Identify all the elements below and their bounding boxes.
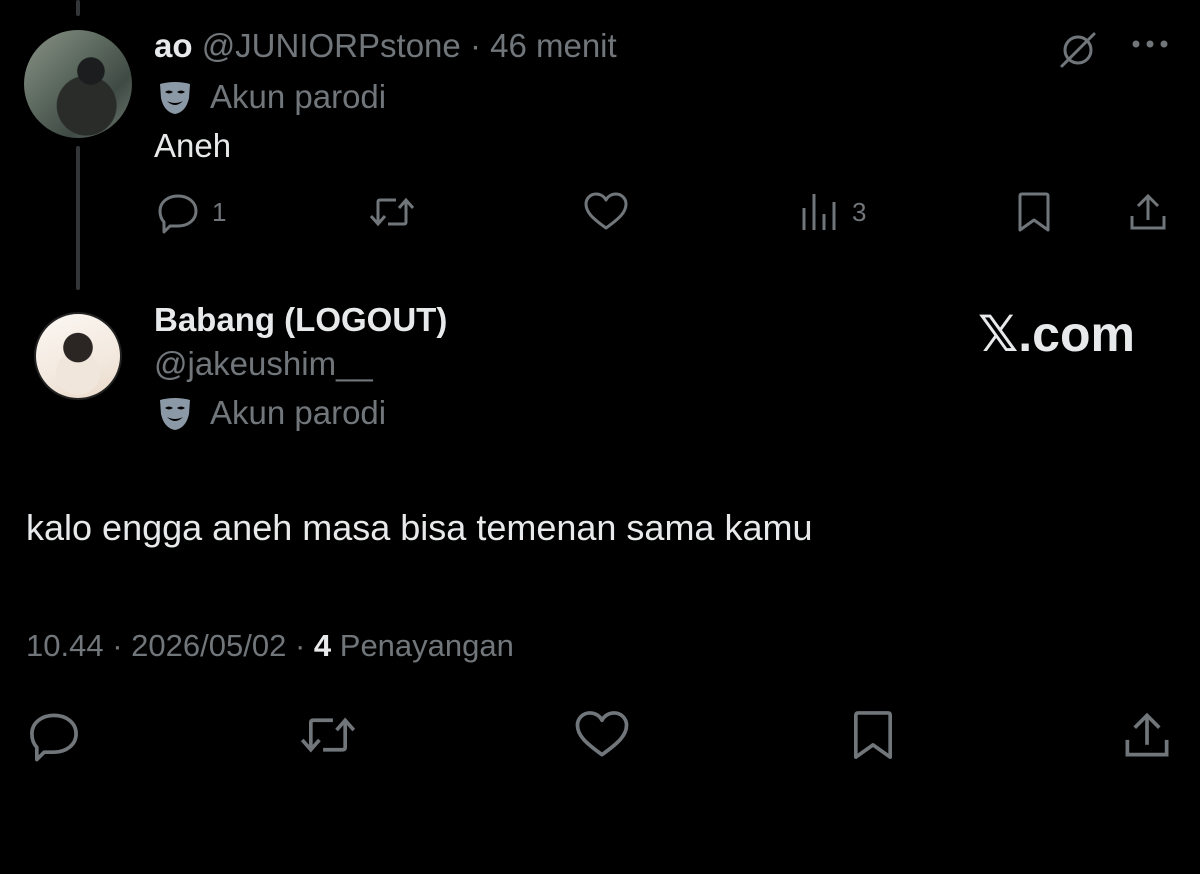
handle[interactable]: @jakeushim__: [154, 344, 373, 384]
retweet-button[interactable]: [296, 708, 360, 767]
views-button[interactable]: 3: [800, 190, 866, 234]
timestamp[interactable]: 46 menit: [490, 27, 617, 64]
tweet-text: kalo engga aneh masa bisa temenan sama k…: [26, 507, 813, 548]
parody-badge: Akun parodi: [156, 394, 386, 432]
no-link-icon[interactable]: [1056, 28, 1100, 77]
views-label: Penayangan: [339, 628, 514, 663]
bookmark-button[interactable]: [848, 708, 898, 767]
separator: ·: [294, 628, 306, 663]
more-icon[interactable]: [1130, 34, 1170, 59]
handle[interactable]: @JUNIORPstone: [202, 27, 461, 64]
views-count: 4: [313, 628, 332, 663]
retweet-icon: [366, 190, 418, 234]
display-name[interactable]: Babang (LOGOUT): [154, 300, 447, 340]
tweet-meta: 10.44 · 2026/05/02 · 4 Penayangan: [26, 626, 514, 666]
reply-icon: [156, 190, 200, 234]
retweet-icon: [296, 708, 360, 762]
bookmark-icon: [848, 708, 898, 762]
reply-icon: [26, 708, 82, 762]
share-button[interactable]: [1126, 190, 1170, 234]
like-icon: [582, 190, 630, 234]
reply-button[interactable]: [26, 708, 82, 767]
display-name[interactable]: ao: [154, 27, 193, 64]
parody-mask-icon: [156, 394, 194, 432]
views-icon: [800, 190, 840, 234]
separator: ·: [469, 27, 481, 64]
share-button[interactable]: [1120, 708, 1174, 767]
tweet-date[interactable]: 2026/05/02: [131, 628, 286, 663]
parody-mask-icon: [156, 78, 194, 116]
share-icon: [1120, 708, 1174, 762]
bookmark-button[interactable]: [1014, 190, 1054, 234]
reply-count: 1: [212, 196, 227, 227]
thread-line-top: [76, 0, 80, 16]
separator: ·: [112, 628, 123, 663]
x-watermark: 𝕏.com: [978, 306, 1135, 362]
retweet-button[interactable]: [366, 190, 430, 234]
like-button[interactable]: [572, 708, 632, 767]
parody-label: Akun parodi: [210, 394, 387, 431]
parody-badge: Akun parodi: [156, 78, 386, 116]
like-button[interactable]: [582, 190, 642, 234]
views-count: 3: [852, 196, 867, 227]
thread-line: [76, 146, 80, 290]
avatar[interactable]: [34, 312, 122, 400]
tweet-header: ao @JUNIORPstone · 46 menit: [154, 26, 617, 66]
reply-button[interactable]: 1: [156, 190, 226, 234]
parody-label: Akun parodi: [210, 78, 387, 115]
tweet-time[interactable]: 10.44: [26, 628, 104, 663]
avatar[interactable]: [24, 30, 132, 138]
tweet-text: Aneh: [154, 127, 232, 164]
share-icon: [1126, 190, 1170, 234]
bookmark-icon: [1014, 190, 1054, 234]
like-icon: [572, 708, 632, 762]
